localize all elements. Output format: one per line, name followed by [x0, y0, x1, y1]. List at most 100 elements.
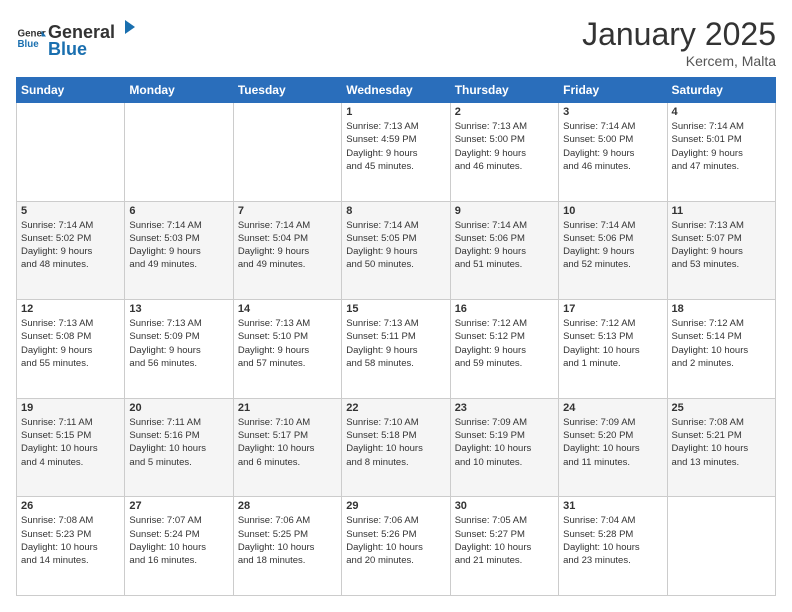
header-tuesday: Tuesday — [233, 78, 341, 103]
svg-text:Blue: Blue — [18, 39, 40, 50]
calendar-cell — [667, 497, 775, 596]
calendar-cell — [233, 103, 341, 202]
logo: General Blue General Blue — [16, 16, 141, 60]
day-number: 16 — [455, 303, 554, 315]
day-info: Sunrise: 7:13 AM Sunset: 5:00 PM Dayligh… — [455, 120, 554, 173]
day-number: 21 — [238, 402, 337, 414]
calendar-cell: 6 Sunrise: 7:14 AM Sunset: 5:03 PM Daylig… — [125, 201, 233, 300]
day-number: 13 — [129, 303, 228, 315]
calendar-cell — [17, 103, 125, 202]
day-number: 10 — [563, 205, 662, 217]
day-info: Sunrise: 7:10 AM Sunset: 5:18 PM Dayligh… — [346, 416, 445, 469]
day-info: Sunrise: 7:14 AM Sunset: 5:01 PM Dayligh… — [672, 120, 771, 173]
location: Kercem, Malta — [582, 53, 776, 69]
calendar-cell: 7Sunrise: 7:14 AM Sunset: 5:04 PM Daylig… — [233, 201, 341, 300]
day-info: Sunrise: 7:13 AM Sunset: 5:11 PM Dayligh… — [346, 317, 445, 370]
day-info: Sunrise: 7:09 AM Sunset: 5:19 PM Dayligh… — [455, 416, 554, 469]
day-number: 24 — [563, 402, 662, 414]
calendar-cell — [125, 103, 233, 202]
calendar-cell: 16 Sunrise: 7:12 AM Sunset: 5:12 PM Dayli… — [450, 300, 558, 399]
calendar-cell: 4 Sunrise: 7:14 AM Sunset: 5:01 PM Daylig… — [667, 103, 775, 202]
calendar-cell: 30Sunrise: 7:05 AM Sunset: 5:27 PM Dayli… — [450, 497, 558, 596]
header-friday: Friday — [559, 78, 667, 103]
day-info: Sunrise: 7:14 AM Sunset: 5:06 PM Dayligh… — [455, 219, 554, 272]
day-number: 26 — [21, 500, 120, 512]
calendar-cell: 31 Sunrise: 7:04 AM Sunset: 5:28 PM Dayli… — [559, 497, 667, 596]
day-info: Sunrise: 7:14 AM Sunset: 5:04 PM Dayligh… — [238, 219, 337, 272]
day-info: Sunrise: 7:10 AM Sunset: 5:17 PM Dayligh… — [238, 416, 337, 469]
page: General Blue General Blue January 2025 K… — [0, 0, 792, 612]
day-info: Sunrise: 7:11 AM Sunset: 5:16 PM Dayligh… — [129, 416, 228, 469]
calendar-week-0: 1Sunrise: 7:13 AM Sunset: 4:59 PM Daylig… — [17, 103, 776, 202]
day-number: 25 — [672, 402, 771, 414]
day-info: Sunrise: 7:14 AM Sunset: 5:03 PM Dayligh… — [129, 219, 228, 272]
day-number: 5 — [21, 205, 120, 217]
calendar-week-2: 12Sunrise: 7:13 AM Sunset: 5:08 PM Dayli… — [17, 300, 776, 399]
day-info: Sunrise: 7:08 AM Sunset: 5:21 PM Dayligh… — [672, 416, 771, 469]
calendar-cell: 26 Sunrise: 7:08 AM Sunset: 5:23 PM Dayli… — [17, 497, 125, 596]
header: General Blue General Blue January 2025 K… — [16, 16, 776, 69]
day-number: 4 — [672, 106, 771, 118]
header-monday: Monday — [125, 78, 233, 103]
header-thursday: Thursday — [450, 78, 558, 103]
calendar-cell: 20 Sunrise: 7:11 AM Sunset: 5:16 PM Dayli… — [125, 398, 233, 497]
logo-icon: General Blue — [16, 23, 46, 53]
day-info: Sunrise: 7:14 AM Sunset: 5:05 PM Dayligh… — [346, 219, 445, 272]
calendar-cell: 2 Sunrise: 7:13 AM Sunset: 5:00 PM Daylig… — [450, 103, 558, 202]
calendar-cell: 1Sunrise: 7:13 AM Sunset: 4:59 PM Daylig… — [342, 103, 450, 202]
header-wednesday: Wednesday — [342, 78, 450, 103]
calendar-cell: 17Sunrise: 7:12 AM Sunset: 5:13 PM Dayli… — [559, 300, 667, 399]
day-info: Sunrise: 7:04 AM Sunset: 5:28 PM Dayligh… — [563, 514, 662, 567]
calendar-cell: 5 Sunrise: 7:14 AM Sunset: 5:02 PM Daylig… — [17, 201, 125, 300]
day-info: Sunrise: 7:08 AM Sunset: 5:23 PM Dayligh… — [21, 514, 120, 567]
day-number: 19 — [21, 402, 120, 414]
calendar-cell: 8 Sunrise: 7:14 AM Sunset: 5:05 PM Daylig… — [342, 201, 450, 300]
day-number: 23 — [455, 402, 554, 414]
calendar-week-1: 5 Sunrise: 7:14 AM Sunset: 5:02 PM Daylig… — [17, 201, 776, 300]
calendar-cell: 21 Sunrise: 7:10 AM Sunset: 5:17 PM Dayli… — [233, 398, 341, 497]
day-info: Sunrise: 7:06 AM Sunset: 5:25 PM Dayligh… — [238, 514, 337, 567]
day-number: 8 — [346, 205, 445, 217]
day-number: 14 — [238, 303, 337, 315]
calendar-cell: 29Sunrise: 7:06 AM Sunset: 5:26 PM Dayli… — [342, 497, 450, 596]
calendar-header-row: Sunday Monday Tuesday Wednesday Thursday… — [17, 78, 776, 103]
day-number: 22 — [346, 402, 445, 414]
day-info: Sunrise: 7:05 AM Sunset: 5:27 PM Dayligh… — [455, 514, 554, 567]
day-number: 2 — [455, 106, 554, 118]
calendar-cell: 11Sunrise: 7:13 AM Sunset: 5:07 PM Dayli… — [667, 201, 775, 300]
day-info: Sunrise: 7:14 AM Sunset: 5:02 PM Dayligh… — [21, 219, 120, 272]
calendar-cell: 27Sunrise: 7:07 AM Sunset: 5:24 PM Dayli… — [125, 497, 233, 596]
calendar-cell: 3Sunrise: 7:14 AM Sunset: 5:00 PM Daylig… — [559, 103, 667, 202]
calendar-cell: 14Sunrise: 7:13 AM Sunset: 5:10 PM Dayli… — [233, 300, 341, 399]
day-number: 28 — [238, 500, 337, 512]
calendar-cell: 28 Sunrise: 7:06 AM Sunset: 5:25 PM Dayli… — [233, 497, 341, 596]
day-number: 18 — [672, 303, 771, 315]
calendar-cell: 15 Sunrise: 7:13 AM Sunset: 5:11 PM Dayli… — [342, 300, 450, 399]
calendar-cell: 18 Sunrise: 7:12 AM Sunset: 5:14 PM Dayli… — [667, 300, 775, 399]
day-info: Sunrise: 7:12 AM Sunset: 5:14 PM Dayligh… — [672, 317, 771, 370]
day-number: 6 — [129, 205, 228, 217]
calendar-cell: 25 Sunrise: 7:08 AM Sunset: 5:21 PM Dayli… — [667, 398, 775, 497]
logo-arrow-icon — [117, 16, 139, 38]
day-info: Sunrise: 7:12 AM Sunset: 5:13 PM Dayligh… — [563, 317, 662, 370]
title-block: January 2025 Kercem, Malta — [582, 16, 776, 69]
calendar-cell: 22 Sunrise: 7:10 AM Sunset: 5:18 PM Dayli… — [342, 398, 450, 497]
day-number: 20 — [129, 402, 228, 414]
calendar-cell: 9 Sunrise: 7:14 AM Sunset: 5:06 PM Daylig… — [450, 201, 558, 300]
day-info: Sunrise: 7:13 AM Sunset: 5:09 PM Dayligh… — [129, 317, 228, 370]
day-info: Sunrise: 7:12 AM Sunset: 5:12 PM Dayligh… — [455, 317, 554, 370]
day-number: 31 — [563, 500, 662, 512]
calendar-week-4: 26 Sunrise: 7:08 AM Sunset: 5:23 PM Dayli… — [17, 497, 776, 596]
header-saturday: Saturday — [667, 78, 775, 103]
day-info: Sunrise: 7:07 AM Sunset: 5:24 PM Dayligh… — [129, 514, 228, 567]
calendar-cell: 10Sunrise: 7:14 AM Sunset: 5:06 PM Dayli… — [559, 201, 667, 300]
calendar-cell: 12Sunrise: 7:13 AM Sunset: 5:08 PM Dayli… — [17, 300, 125, 399]
calendar-cell: 13 Sunrise: 7:13 AM Sunset: 5:09 PM Dayli… — [125, 300, 233, 399]
header-sunday: Sunday — [17, 78, 125, 103]
calendar-cell: 24 Sunrise: 7:09 AM Sunset: 5:20 PM Dayli… — [559, 398, 667, 497]
day-number: 15 — [346, 303, 445, 315]
day-number: 3 — [563, 106, 662, 118]
day-number: 9 — [455, 205, 554, 217]
day-number: 11 — [672, 205, 771, 217]
day-info: Sunrise: 7:09 AM Sunset: 5:20 PM Dayligh… — [563, 416, 662, 469]
